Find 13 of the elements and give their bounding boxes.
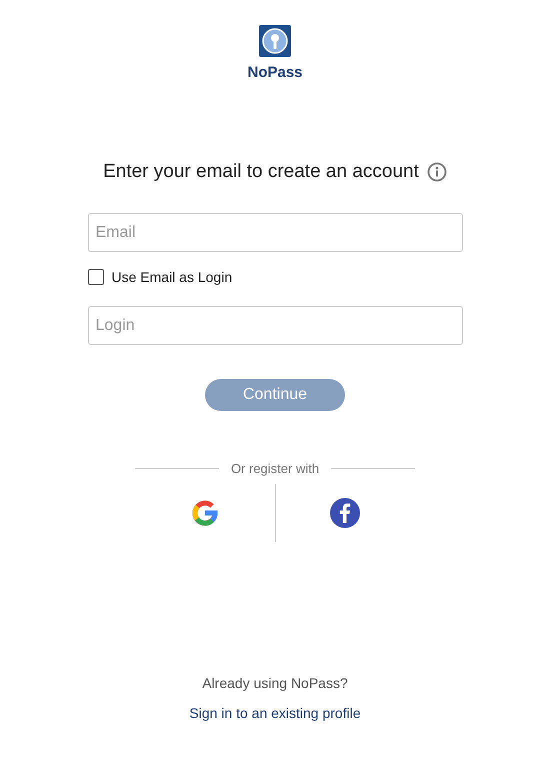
checkbox[interactable] bbox=[88, 269, 104, 285]
google-logo-icon[interactable] bbox=[190, 498, 220, 528]
email-field[interactable]: Email bbox=[88, 213, 462, 252]
page-heading: Enter your email to create an account bbox=[103, 161, 419, 183]
facebook-logo-icon[interactable] bbox=[330, 498, 360, 528]
checkbox-label: Use Email as Login bbox=[112, 269, 232, 285]
brand-name: NoPass bbox=[247, 64, 303, 81]
info-icon[interactable] bbox=[426, 162, 447, 182]
divider-text: Or register with bbox=[230, 461, 320, 476]
login-field[interactable]: Login bbox=[88, 306, 462, 345]
footer-question: Already using NoPass? bbox=[202, 675, 348, 691]
keyhole-logo-icon bbox=[259, 25, 291, 57]
sign-in-link[interactable]: Sign in to an existing profile bbox=[189, 705, 361, 721]
